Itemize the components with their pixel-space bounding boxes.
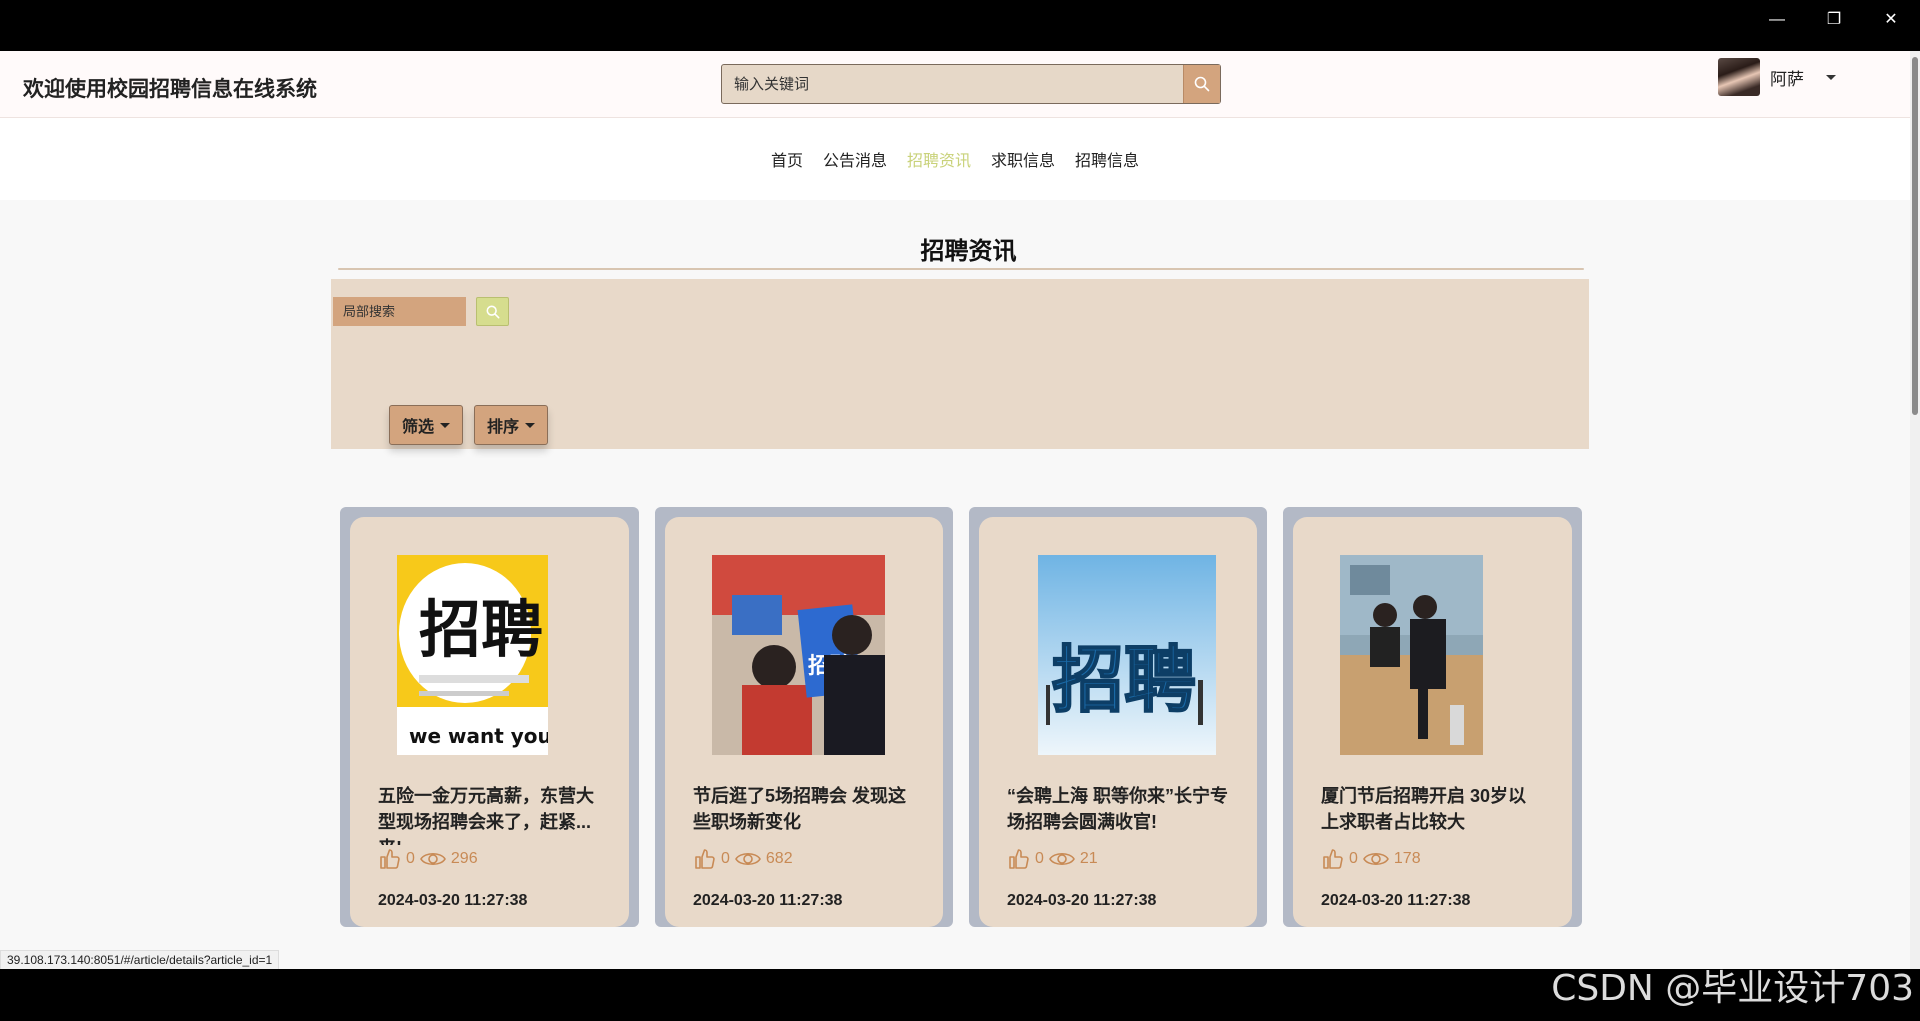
search-input[interactable] <box>722 65 1183 103</box>
article-date: 2024-03-20 11:27:38 <box>1007 892 1157 909</box>
filter-dropdown-button[interactable]: 筛选 <box>389 405 464 445</box>
chevron-down-icon <box>525 422 536 428</box>
site-title: 欢迎使用校园招聘信息在线系统 <box>23 78 317 101</box>
article-card-frame[interactable]: 招聘 节后逛了5场招聘会 发现这些职场新变化 0 682 2024-03-20 … <box>655 507 953 927</box>
avatar[interactable] <box>1718 58 1760 96</box>
article-date: 2024-03-20 11:27:38 <box>693 892 843 909</box>
like-count: 0 <box>1349 850 1358 867</box>
search-icon <box>486 305 499 318</box>
thumbs-up-icon[interactable] <box>693 847 717 871</box>
chevron-down-icon <box>440 422 451 428</box>
view-count: 178 <box>1393 850 1421 867</box>
local-search-input[interactable] <box>333 297 466 326</box>
article-title[interactable]: “会聘上海 职等你来”长宁专场招聘会圆满收官! <box>1007 783 1229 845</box>
filter-panel: 筛选 排序 <box>331 279 1589 449</box>
article-thumbnail[interactable] <box>1340 555 1483 755</box>
article-stats: 0 178 <box>1321 847 1421 871</box>
image-caption-main: 招聘 <box>419 593 543 666</box>
window-titlebar: — ❐ ✕ <box>0 0 1920 51</box>
thumbs-up-icon[interactable] <box>1321 847 1345 871</box>
article-thumbnail[interactable]: 招聘 <box>1038 555 1216 755</box>
page-scrollbar[interactable] <box>1910 51 1920 969</box>
filter-label: 筛选 <box>402 419 435 436</box>
minimize-icon[interactable]: — <box>1757 8 1797 32</box>
user-menu[interactable]: 阿萨 <box>1718 58 1836 96</box>
view-count: 21 <box>1079 850 1098 867</box>
image-caption-sub: we want you <box>409 724 548 748</box>
local-search-button[interactable] <box>476 297 509 326</box>
title-divider <box>338 268 1584 270</box>
thumbs-up-icon[interactable] <box>378 847 402 871</box>
nav-item-home[interactable]: 首页 <box>761 147 813 171</box>
article-date: 2024-03-20 11:27:38 <box>378 892 528 909</box>
article-image: 招聘 we want you <box>397 555 548 755</box>
search-button[interactable] <box>1183 65 1220 103</box>
article-title[interactable]: 五险一金万元高薪，东营大型现场招聘会来了，赶紧...来! <box>378 783 601 845</box>
search-icon <box>1194 76 1210 92</box>
thumbs-up-icon[interactable] <box>1007 847 1031 871</box>
link-status-bar: 39.108.173.140:8051/#/article/details?ar… <box>0 950 280 971</box>
image-caption-main: 招聘 <box>1052 638 1196 722</box>
eye-icon <box>419 852 446 866</box>
nav-item-recruitment-news[interactable]: 招聘资讯 <box>897 147 981 171</box>
article-date: 2024-03-20 11:27:38 <box>1321 892 1471 909</box>
restore-icon[interactable]: ❐ <box>1814 8 1854 32</box>
nav-item-job-postings[interactable]: 招聘信息 <box>1065 147 1149 171</box>
page-title: 招聘资讯 <box>920 238 1017 265</box>
user-name[interactable]: 阿萨 <box>1770 65 1804 90</box>
eye-icon <box>734 852 761 866</box>
article-card[interactable]: 招聘 节后逛了5场招聘会 发现这些职场新变化 0 682 2024-03-20 … <box>665 517 943 927</box>
like-count: 0 <box>1035 850 1044 867</box>
article-thumbnail[interactable]: 招聘 <box>712 555 885 755</box>
view-count: 682 <box>765 850 793 867</box>
sort-dropdown-button[interactable]: 排序 <box>474 405 549 445</box>
close-icon[interactable]: ✕ <box>1871 8 1911 32</box>
article-card[interactable]: 招聘 we want you 五险一金万元高薪，东营大型现场招聘会来了，赶紧..… <box>350 517 629 927</box>
eye-icon <box>1048 852 1075 866</box>
article-stats: 0 296 <box>378 847 478 871</box>
article-image <box>1340 555 1483 755</box>
article-card-frame[interactable]: 招聘 we want you 五险一金万元高薪，东营大型现场招聘会来了，赶紧..… <box>340 507 639 927</box>
article-image: 招聘 <box>1038 555 1216 755</box>
article-card-frame[interactable]: 厦门节后招聘开启 30岁以上求职者占比较大 0 178 2024-03-20 1… <box>1283 507 1582 927</box>
article-thumbnail[interactable]: 招聘 we want you <box>397 555 548 755</box>
article-card[interactable]: 招聘 “会聘上海 职等你来”长宁专场招聘会圆满收官! 0 21 2024-03-… <box>979 517 1257 927</box>
global-search <box>721 64 1221 104</box>
article-title[interactable]: 厦门节后招聘开启 30岁以上求职者占比较大 <box>1321 783 1544 845</box>
chevron-down-icon[interactable] <box>1826 74 1836 80</box>
scrollbar-thumb[interactable] <box>1912 57 1918 415</box>
article-title[interactable]: 节后逛了5场招聘会 发现这些职场新变化 <box>693 783 915 845</box>
nav-item-job-seeking[interactable]: 求职信息 <box>981 147 1065 171</box>
eye-icon <box>1362 852 1389 866</box>
article-stats: 0 21 <box>1007 847 1098 871</box>
watermark: CSDN @毕业设计703 <box>1551 968 1914 1009</box>
like-count: 0 <box>406 850 415 867</box>
site-header: 欢迎使用校园招聘信息在线系统 阿萨 <box>0 51 1910 118</box>
article-stats: 0 682 <box>693 847 793 871</box>
like-count: 0 <box>721 850 730 867</box>
article-image: 招聘 <box>712 555 885 755</box>
browser-viewport: 欢迎使用校园招聘信息在线系统 阿萨 首页 公告消息 招聘资讯 求职信息 招聘信息… <box>0 51 1910 969</box>
article-card-frame[interactable]: 招聘 “会聘上海 职等你来”长宁专场招聘会圆满收官! 0 21 2024-03-… <box>969 507 1267 927</box>
article-card[interactable]: 厦门节后招聘开启 30岁以上求职者占比较大 0 178 2024-03-20 1… <box>1293 517 1572 927</box>
view-count: 296 <box>450 850 478 867</box>
nav-item-announcements[interactable]: 公告消息 <box>813 147 897 171</box>
sort-label: 排序 <box>487 419 520 436</box>
main-nav: 首页 公告消息 招聘资讯 求职信息 招聘信息 <box>0 118 1910 200</box>
